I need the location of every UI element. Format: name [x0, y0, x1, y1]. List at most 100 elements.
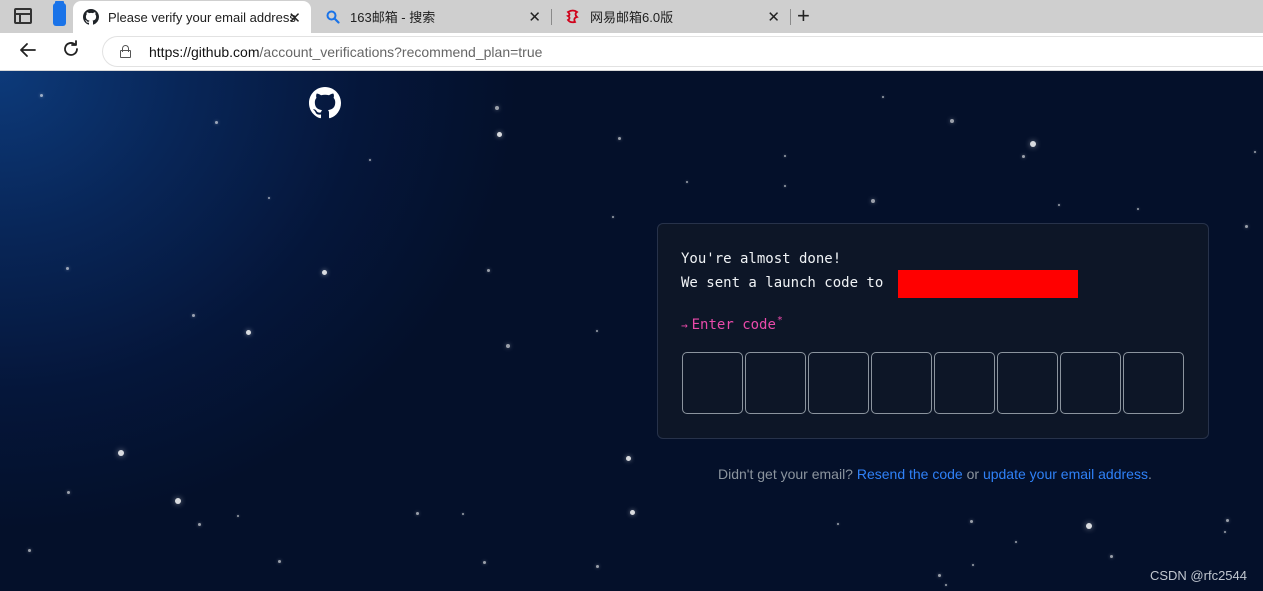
sent-code-text: We sent a launch code to — [681, 275, 884, 291]
enter-code-label: → Enter code* — [681, 315, 783, 333]
star-dot — [246, 330, 251, 335]
url-path: /account_verifications?recommend_plan=tr… — [259, 44, 543, 60]
lock-icon[interactable] — [120, 45, 131, 58]
footer-prefix: Didn't get your email? — [718, 466, 857, 482]
code-digit-input[interactable] — [1123, 352, 1184, 414]
star-dot — [175, 498, 181, 504]
code-digit-input[interactable] — [934, 352, 995, 414]
tab-163-search[interactable]: 163邮箱 - 搜索 ✕ — [315, 0, 551, 33]
star-dot — [67, 491, 70, 494]
star-dot — [1226, 519, 1229, 522]
star-dot — [495, 106, 499, 110]
star-dot — [970, 520, 973, 523]
tab-actions-icon[interactable] — [14, 8, 32, 24]
tab-separator — [551, 9, 552, 25]
star-dot — [462, 513, 464, 515]
star-dot — [118, 450, 124, 456]
star-dot — [192, 314, 195, 317]
heading-almost-done: You're almost done! — [681, 251, 842, 267]
verification-card: You're almost done! We sent a launch cod… — [657, 223, 1209, 439]
page-background: You're almost done! We sent a launch cod… — [0, 71, 1263, 591]
star-dot — [237, 515, 239, 517]
required-marker: * — [776, 315, 783, 326]
tab-separator — [790, 9, 791, 25]
workspaces-icon[interactable] — [53, 1, 66, 26]
star-dot — [1110, 555, 1113, 558]
star-dot — [506, 344, 510, 348]
star-dot — [612, 216, 614, 218]
code-digit-input[interactable] — [871, 352, 932, 414]
star-dot — [497, 132, 502, 137]
star-dot — [686, 181, 688, 183]
star-dot — [1015, 541, 1017, 543]
star-dot — [198, 523, 201, 526]
url-text: https://github.com/account_verifications… — [149, 44, 542, 60]
new-tab-button[interactable]: + — [797, 5, 810, 27]
tab-title: 163邮箱 - 搜索 — [350, 10, 436, 25]
search-icon — [325, 9, 341, 25]
close-tab-icon[interactable]: ✕ — [767, 8, 780, 26]
star-dot — [268, 197, 270, 199]
code-digit-input[interactable] — [682, 352, 743, 414]
star-dot — [630, 510, 635, 515]
star-dot — [596, 565, 599, 568]
star-dot — [972, 564, 974, 566]
footer-suffix: . — [1147, 466, 1152, 482]
star-dot — [369, 159, 371, 161]
star-dot — [1245, 225, 1248, 228]
resend-help-text: Didn't get your email? Resend the code o… — [718, 466, 1152, 482]
star-dot — [882, 96, 884, 98]
reload-icon[interactable] — [61, 39, 81, 65]
star-dot — [945, 584, 947, 586]
csdn-watermark: CSDN @rfc2544 — [1149, 568, 1247, 583]
star-dot — [66, 267, 69, 270]
update-email-link[interactable]: update your email address — [983, 466, 1148, 482]
star-dot — [1254, 151, 1256, 153]
code-digit-input[interactable] — [808, 352, 869, 414]
code-digit-input[interactable] — [745, 352, 806, 414]
star-dot — [784, 185, 786, 187]
tab-title: Please verify your email address — [108, 9, 296, 25]
star-dot — [322, 270, 327, 275]
star-dot — [483, 561, 486, 564]
star-dot — [950, 119, 954, 123]
star-dot — [1086, 523, 1092, 529]
star-dot — [784, 155, 786, 157]
arrow-right-icon: → — [681, 319, 688, 332]
star-dot — [215, 121, 218, 124]
enter-code-text: Enter code — [691, 317, 776, 333]
star-dot — [487, 269, 490, 272]
star-dot — [1030, 141, 1036, 147]
url-field[interactable]: https://github.com/account_verifications… — [102, 36, 1263, 67]
star-dot — [938, 574, 941, 577]
code-digit-input[interactable] — [1060, 352, 1121, 414]
star-dot — [278, 560, 281, 563]
star-dot — [837, 523, 839, 525]
star-dot — [1058, 204, 1060, 206]
star-dot — [1224, 531, 1226, 533]
resend-code-link[interactable]: Resend the code — [857, 466, 963, 482]
address-bar: https://github.com/account_verifications… — [0, 33, 1263, 71]
back-icon[interactable] — [18, 40, 38, 66]
url-host: https://github.com — [149, 44, 260, 60]
github-icon — [83, 9, 99, 25]
netease-mail-icon — [565, 9, 581, 25]
star-dot — [626, 456, 631, 461]
close-tab-icon[interactable]: ✕ — [288, 9, 301, 27]
tab-github-verify[interactable]: Please verify your email address ✕ — [73, 1, 311, 33]
redacted-email — [898, 270, 1078, 298]
tab-title: 网易邮箱6.0版 — [590, 10, 674, 25]
star-dot — [28, 549, 31, 552]
star-dot — [416, 512, 419, 515]
code-input-group — [682, 352, 1186, 414]
star-dot — [1022, 155, 1025, 158]
star-dot — [618, 137, 621, 140]
star-dot — [871, 199, 875, 203]
star-dot — [40, 94, 43, 97]
star-dot — [1137, 208, 1139, 210]
footer-middle: or — [962, 466, 983, 482]
tab-netease-mail[interactable]: 网易邮箱6.0版 ✕ — [555, 0, 790, 33]
code-digit-input[interactable] — [997, 352, 1058, 414]
github-logo-icon[interactable] — [309, 87, 341, 119]
close-tab-icon[interactable]: ✕ — [528, 8, 541, 26]
